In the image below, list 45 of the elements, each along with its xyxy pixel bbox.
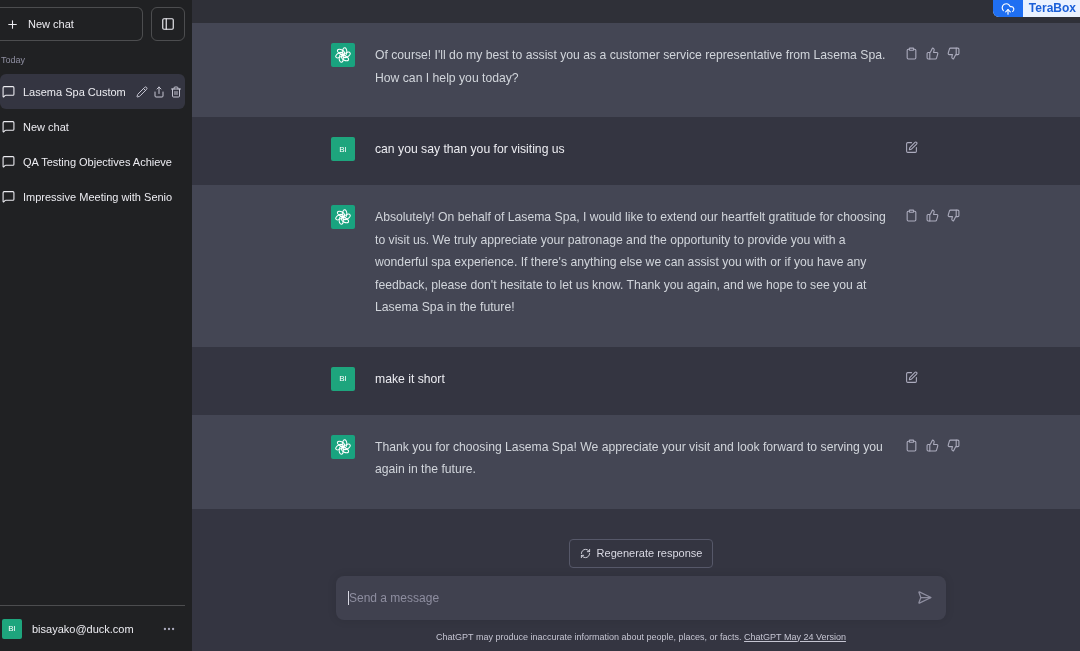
conversation-item[interactable]: New chat — [0, 109, 185, 144]
message-text: Thank you for choosing Lasema Spa! We appreciate your visit and look forward to serving you again in the future. — [375, 438, 884, 478]
share-icon[interactable] — [153, 85, 165, 98]
version-link[interactable]: ChatGPT May 24 Version — [744, 631, 846, 642]
cloud-upload-icon — [1000, 1, 1015, 16]
panel-icon — [161, 17, 175, 31]
message-input[interactable]: Send a message — [336, 575, 946, 620]
user-avatar: BI — [331, 366, 355, 391]
sidebar-toggle-button[interactable] — [151, 7, 185, 41]
regenerate-button[interactable]: Regenerate response — [568, 538, 714, 568]
conversation-item[interactable]: Lasema Spa Custom — [0, 74, 185, 109]
extension-button[interactable]: TeraBox — [992, 0, 1080, 17]
clipboard-icon[interactable] — [905, 47, 918, 60]
pencil-icon[interactable] — [136, 85, 148, 98]
chat-bubble-icon — [2, 190, 15, 203]
text-cursor — [348, 590, 349, 605]
edit-icon[interactable] — [905, 370, 918, 384]
clipboard-icon[interactable] — [905, 438, 918, 452]
conversation-item[interactable]: QA Testing Objectives Achieve — [0, 144, 185, 179]
thumbs-up-icon[interactable] — [926, 438, 939, 452]
send-icon[interactable] — [917, 589, 932, 605]
clipboard-icon[interactable] — [905, 209, 918, 222]
thumbs-up-icon[interactable] — [926, 209, 939, 222]
thumbs-up-icon[interactable] — [926, 47, 939, 60]
message-text: can you say than you for visiting us — [375, 141, 566, 158]
disclaimer-text: ChatGPT may produce inaccurate information about people, places, or facts. ChatGPT May 24 Version — [436, 630, 846, 643]
message-text: make it short — [375, 370, 446, 388]
conversation-item[interactable]: Impressive Meeting with Senio — [0, 179, 185, 214]
plus-icon — [6, 17, 19, 31]
thumbs-down-icon[interactable] — [947, 47, 960, 60]
thumbs-down-icon[interactable] — [947, 438, 960, 452]
thumbs-down-icon[interactable] — [947, 209, 960, 222]
chat-bubble-icon — [2, 120, 15, 133]
message-text: Absolutely! On behalf of Lasema Spa, I would like to extend our heartfelt gratitude for choosing to visit us. We truly appreciate your patronage and the opportunity to provide you with a wonderful spa experience. If there's anything else we can assist you with or if you have any feedback, please don't hesitate to let us know. Thank you again, and we hope to see you at Lasema Spa in the future! — [375, 209, 887, 316]
user-avatar: BI — [331, 137, 355, 161]
refresh-icon — [579, 547, 591, 559]
chat-bubble-icon — [2, 155, 15, 168]
chat-bubble-icon — [2, 85, 15, 98]
trash-icon[interactable] — [170, 85, 182, 98]
message-text: Of course! I'll do my best to assist you as a customer service representative from Lasema Spa. How can I help you today? — [375, 47, 887, 87]
new-chat-button[interactable]: New chat — [0, 7, 143, 41]
account-email[interactable]: bisayako@duck.com — [32, 622, 152, 635]
section-label: Today — [1, 54, 26, 66]
user-avatar: BI — [2, 618, 22, 639]
edit-icon[interactable] — [905, 141, 918, 154]
